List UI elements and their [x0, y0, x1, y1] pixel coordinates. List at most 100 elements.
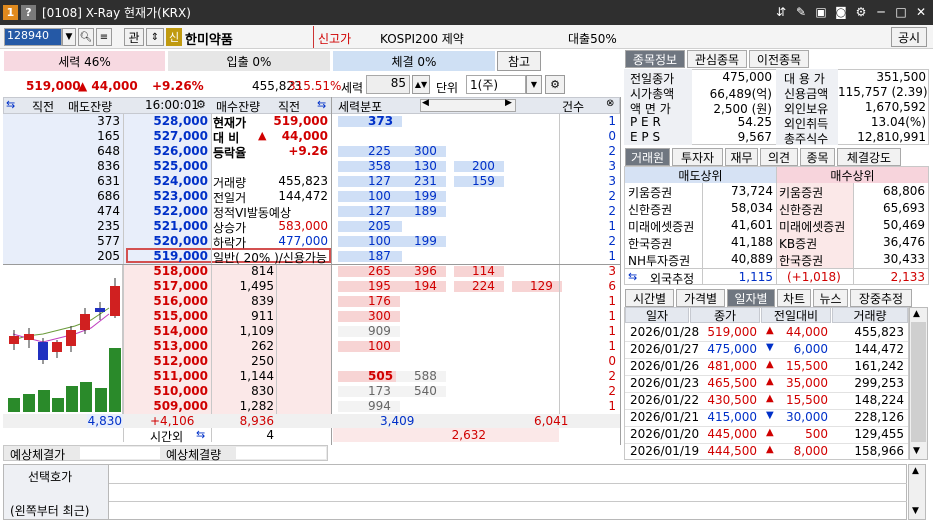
tab-daily-0[interactable]: 시간별: [625, 289, 674, 307]
daily-scroll-up-icon[interactable]: ▲: [913, 309, 920, 319]
stock-code-input[interactable]: 128940: [4, 28, 62, 46]
broker-buy-name[interactable]: KB증권: [779, 235, 817, 252]
force-stepper-icon[interactable]: ▲▼: [412, 75, 430, 94]
daily-volume: 148,224: [854, 393, 904, 407]
bid-price[interactable]: 509,000: [124, 399, 208, 413]
ask-count: 3: [608, 159, 616, 173]
daily-header: 거래량: [832, 307, 908, 323]
window-number-badge[interactable]: 1: [3, 5, 18, 20]
daily-date: 2026/01/28: [630, 325, 700, 339]
gear-icon[interactable]: ⚙: [853, 4, 869, 20]
broker-buy-name[interactable]: 키움증권: [779, 184, 823, 201]
broker-buy-name[interactable]: 미래에셋증권: [779, 218, 845, 235]
ask-price[interactable]: 528,000: [124, 114, 208, 128]
daily-date: 2026/01/27: [630, 342, 700, 356]
info-value: 351,500: [876, 70, 926, 84]
header-gear-icon[interactable]: ⚙: [196, 98, 206, 111]
pin-icon[interactable]: ⇵: [773, 4, 789, 20]
scroll-left-icon[interactable]: ◀: [422, 98, 429, 108]
bid-qty: 839: [251, 294, 274, 308]
updown-icon[interactable]: ⇕: [146, 28, 164, 46]
help-icon[interactable]: ?: [21, 5, 36, 20]
tab-daily-2[interactable]: 일자별: [727, 289, 775, 307]
minimize-icon[interactable]: ─: [873, 4, 889, 20]
tab-broker-5[interactable]: 체결강도: [837, 148, 901, 166]
tab-daily-5[interactable]: 장중추정: [850, 289, 912, 307]
broker-sell-name[interactable]: 미래에셋증권: [628, 218, 694, 235]
tab-info-1[interactable]: 관심종목: [687, 50, 747, 68]
reference-button[interactable]: 참고: [497, 51, 541, 71]
save-icon[interactable]: ▣: [813, 4, 829, 20]
close-icon[interactable]: ✕: [913, 4, 929, 20]
unit-dropdown-icon[interactable]: ▼: [526, 75, 542, 94]
up-arrow-icon: ▲: [766, 427, 774, 438]
bid-price[interactable]: 515,000: [124, 309, 208, 323]
list-icon[interactable]: ≡: [96, 28, 112, 46]
ask-price[interactable]: 527,000: [124, 129, 208, 143]
ask-price[interactable]: 522,000: [124, 204, 208, 218]
maximize-icon[interactable]: □: [893, 4, 909, 20]
bid-price[interactable]: 514,000: [124, 324, 208, 338]
scroll-right-icon[interactable]: ▶: [505, 98, 512, 108]
tab-info-0[interactable]: 종목정보: [625, 50, 685, 68]
ask-price[interactable]: 525,000: [124, 159, 208, 173]
daily-scroll-thumb[interactable]: [911, 322, 926, 442]
tab-daily-1[interactable]: 가격별: [676, 289, 725, 307]
bid-price[interactable]: 511,000: [124, 369, 208, 383]
swap-arrows-icon[interactable]: ⇆: [6, 98, 15, 111]
ask-price[interactable]: 520,000: [124, 234, 208, 248]
broker-buy-qty: 65,693: [883, 201, 925, 215]
up-arrow-icon: ▲: [766, 444, 774, 455]
tab-broker-3[interactable]: 의견: [760, 148, 798, 166]
notice-button[interactable]: 공시: [891, 27, 927, 47]
daily-date: 2026/01/21: [630, 410, 700, 424]
broker-sell-name[interactable]: 키움증권: [628, 184, 672, 201]
bid-price[interactable]: 513,000: [124, 339, 208, 353]
code-dropdown-icon[interactable]: ▼: [62, 28, 76, 46]
tab-broker-0[interactable]: 거래원: [625, 148, 670, 166]
manage-button[interactable]: 관: [124, 28, 144, 46]
ask-price[interactable]: 523,000: [124, 189, 208, 203]
broker-sell-name[interactable]: NH투자증권: [628, 252, 690, 269]
bid-count: 1: [608, 294, 616, 308]
bid-qty: 1,282: [239, 399, 274, 413]
unit-select[interactable]: 1(주): [466, 75, 526, 94]
new-high-tag: 신고가: [318, 32, 352, 46]
swap-arrows-icon-2[interactable]: ⇆: [317, 98, 326, 111]
memo-icon[interactable]: ✎: [793, 4, 809, 20]
tab-broker-2[interactable]: 재무: [725, 148, 758, 166]
settings-gear-icon[interactable]: ⚙: [545, 75, 565, 94]
tab-daily-3[interactable]: 차트: [777, 289, 811, 307]
ask-price[interactable]: 519,000: [124, 249, 208, 263]
broker-sell-name[interactable]: 신한증권: [628, 201, 672, 218]
tab-broker-1[interactable]: 투자자: [672, 148, 723, 166]
scroll-up-icon[interactable]: ▲: [912, 466, 919, 476]
bid-price[interactable]: 510,000: [124, 384, 208, 398]
tab-info-2[interactable]: 이전종목: [749, 50, 809, 68]
close-small-icon[interactable]: ⊗: [606, 98, 614, 109]
broker-sell-name[interactable]: 한국증권: [628, 235, 672, 252]
search-icon[interactable]: 🔍︎: [78, 28, 94, 46]
tab-broker-4[interactable]: 종목: [800, 148, 835, 166]
broker-buy-name[interactable]: 신한증권: [779, 201, 823, 218]
daily-scroll-down-icon[interactable]: ▼: [913, 446, 920, 456]
dist-ask-total: 3,409: [380, 414, 415, 428]
bid-price[interactable]: 516,000: [124, 294, 208, 308]
ask-count: 1: [608, 114, 616, 128]
scroll-down-icon[interactable]: ▼: [912, 506, 919, 516]
bid-price[interactable]: 517,000: [124, 279, 208, 293]
ask-price[interactable]: 526,000: [124, 144, 208, 158]
ask-count: 1: [608, 219, 616, 233]
ask-price[interactable]: 524,000: [124, 174, 208, 188]
ask-price[interactable]: 521,000: [124, 219, 208, 233]
dist-value: 127: [368, 204, 391, 218]
distribution-scrollbar[interactable]: [420, 99, 516, 112]
bid-price[interactable]: 518,000: [124, 264, 208, 278]
force-value-input[interactable]: 85: [366, 75, 410, 94]
foreign-swap-icon[interactable]: ⇆: [628, 270, 637, 283]
broker-buy-name[interactable]: 한국증권: [779, 252, 823, 269]
tab-daily-4[interactable]: 뉴스: [813, 289, 848, 307]
after-hours-swap-icon[interactable]: ⇆: [196, 428, 205, 441]
bid-price[interactable]: 512,000: [124, 354, 208, 368]
camera-icon[interactable]: ◙: [833, 4, 849, 20]
